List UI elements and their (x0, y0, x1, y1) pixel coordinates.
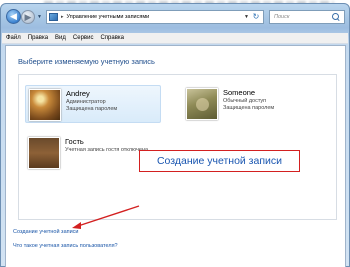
account-name: Someone (223, 88, 256, 97)
page-title: Выберите изменяемую учетную запись (18, 57, 155, 66)
address-bar[interactable]: ▸ Управление учетными записями ▼ ↻ (46, 10, 264, 24)
menu-edit[interactable]: Правка (28, 35, 48, 41)
search-box[interactable]: Поиск (269, 10, 345, 24)
account-type: Обычный доступ (223, 98, 267, 104)
menu-help[interactable]: Справка (100, 35, 124, 41)
account-picture-avatar (29, 89, 61, 121)
arrow-right-icon: ▶ (24, 11, 32, 22)
account-password-status: Защищена паролем (223, 105, 275, 111)
accounts-list: Andrey Администратор Защищена паролем So… (18, 74, 337, 220)
arrow-left-icon: ◀ (10, 11, 17, 21)
recent-pages-dropdown-icon[interactable]: ▼ (37, 14, 42, 20)
menu-file[interactable]: Файл (6, 35, 21, 41)
menu-view[interactable]: Вид (55, 35, 66, 41)
callout-label: Создание учетной записи (156, 155, 283, 167)
callout-box: Создание учетной записи (139, 150, 300, 172)
control-panel-icon (49, 13, 58, 21)
account-password-status: Защищена паролем (66, 106, 118, 112)
account-name: Andrey (66, 89, 90, 98)
account-picture-avatar (186, 88, 218, 120)
create-account-link[interactable]: Создание учетной записи (13, 229, 79, 235)
account-status: Учетная запись гостя отключена (65, 147, 149, 153)
menu-bar: Файл Правка Вид Сервис Справка (2, 33, 348, 44)
search-icon[interactable] (331, 12, 341, 22)
explorer-window: ◀ ▶ ▼ ▸ Управление учетными записями ▼ ↻… (0, 3, 350, 267)
menu-tools[interactable]: Сервис (73, 35, 94, 41)
navigation-bar: ◀ ▶ ▼ ▸ Управление учетными записями ▼ ↻… (1, 4, 350, 30)
breadcrumb-separator-icon[interactable]: ▸ (61, 14, 64, 20)
search-input[interactable]: Поиск (274, 14, 331, 20)
account-type: Администратор (66, 99, 106, 105)
back-button[interactable]: ◀ (6, 9, 21, 24)
refresh-icon[interactable]: ↻ (251, 12, 261, 22)
forward-button[interactable]: ▶ (21, 10, 35, 24)
account-picture-avatar (28, 137, 60, 169)
address-dropdown-icon[interactable]: ▼ (244, 14, 249, 20)
what-is-account-link[interactable]: Что такое учетная запись пользователя? (13, 243, 118, 249)
breadcrumb-current[interactable]: Управление учетными записями (67, 14, 150, 20)
account-name: Гость (65, 137, 84, 146)
account-someone[interactable]: Someone Обычный доступ Защищена паролем (183, 85, 323, 123)
account-andrey[interactable]: Andrey Администратор Защищена паролем (25, 85, 161, 123)
